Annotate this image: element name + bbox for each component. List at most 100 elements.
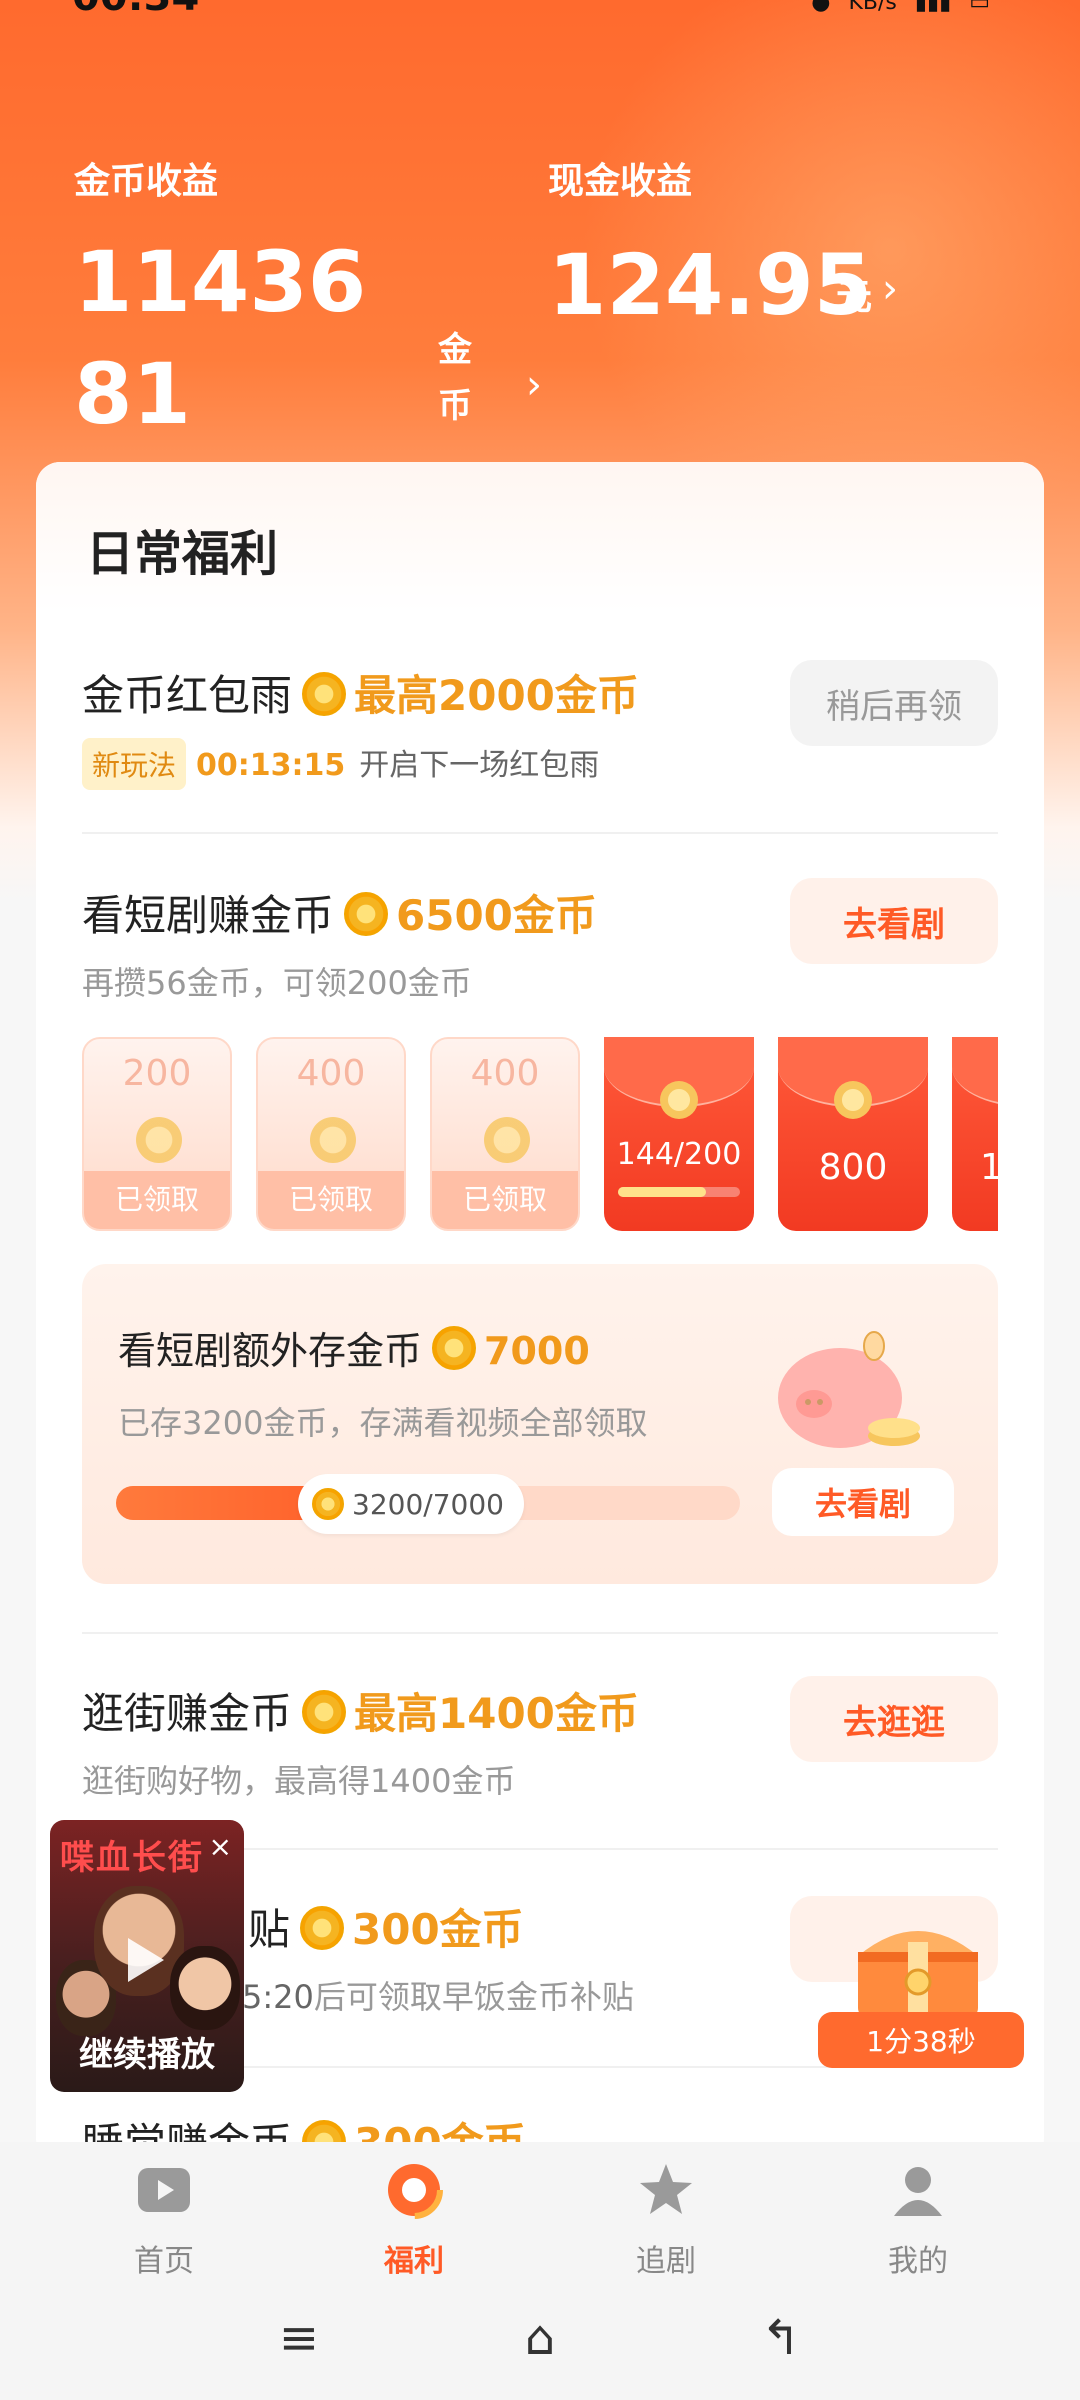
card-header: 日常福利 [36, 462, 1044, 612]
cash-earnings-unit: 元 [836, 277, 873, 318]
coin-earnings-label: 金币收益 [74, 161, 219, 202]
save-progress-text: 3200/7000 [352, 1487, 504, 1521]
envelope-amount: 800 [818, 1147, 888, 1188]
task-title-row: 金币红包雨 最高2000金币 [82, 662, 639, 723]
coin-icon [312, 1488, 344, 1520]
coin-icon [136, 1117, 182, 1163]
nav-label: 追剧 [636, 2244, 696, 2279]
bottom-navigation: 首页 福利 追剧 我的 [0, 2142, 1080, 2282]
envelope-row[interactable]: 200 已领取 400 已领取 400 已领取 144/200 800 1 [82, 1037, 998, 1237]
envelope-locked[interactable]: 1 [952, 1037, 998, 1231]
task-title: 看短剧赚金币 [82, 891, 335, 940]
extra-save-coins-box: 看短剧额外存金币 7000 已存3200金币，存满看视频全部领取 3200/700… [82, 1264, 998, 1584]
envelope-status: 已领取 [432, 1171, 578, 1229]
coin-seal-icon [660, 1081, 698, 1119]
card-title: 日常福利 [86, 526, 279, 582]
nav-label: 我的 [888, 2244, 948, 2279]
save-progress-pill: 3200/7000 [298, 1474, 524, 1534]
coin-icon [310, 1117, 356, 1163]
nav-label: 首页 [134, 2244, 194, 2279]
envelope-claimed[interactable]: 400 已领取 [430, 1037, 580, 1231]
status-time: 00:34 [72, 0, 199, 20]
treasure-chest-icon[interactable] [848, 1912, 988, 2022]
nav-home[interactable]: 首页 [84, 2160, 244, 2280]
task-subtitle: 5:20后可领取早饭金币补贴 [242, 1972, 634, 2018]
nav-follow[interactable]: 追剧 [586, 2160, 746, 2280]
claim-later-button[interactable]: 稍后再领 [790, 660, 998, 746]
coin-icon [484, 1117, 530, 1163]
save-watch-drama-button[interactable]: 去看剧 [772, 1468, 954, 1536]
envelope-in-progress[interactable]: 144/200 [604, 1037, 754, 1231]
video-title: 喋血长街 [60, 1838, 204, 1878]
coin-icon [300, 1906, 345, 1950]
task-sub-text: 开启下一场红包雨 [359, 748, 600, 783]
task-reward: 300金币 [352, 1905, 524, 1954]
cash-earnings-value[interactable]: 124.95 [548, 236, 872, 334]
coin-earnings-value[interactable]: 1143681 [74, 226, 394, 450]
envelope-progress-text: 144/200 [616, 1137, 742, 1172]
task-sub-text: 后可领取早饭金币补贴 [313, 1978, 634, 2016]
play-icon [138, 2168, 190, 2212]
envelope-progress-bar [618, 1187, 740, 1197]
signal-icon: ▮▮▮ [914, 0, 952, 15]
nav-profile[interactable]: 我的 [838, 2160, 998, 2280]
continue-play-label[interactable]: 继续播放 [50, 2027, 244, 2076]
envelope-flap [952, 1037, 998, 1107]
system-navigation-bar: ≡ ⌂ ↰ [0, 2282, 1080, 2400]
close-icon[interactable]: × [209, 1830, 232, 1863]
star-icon [640, 2164, 692, 2214]
task-reward: 最高1400金币 [354, 1689, 639, 1738]
menu-icon[interactable]: ≡ [264, 2310, 334, 2366]
envelope-amount: 200 [122, 1053, 192, 1094]
coin-seal-icon [834, 1081, 872, 1119]
envelope-progress-fill [618, 1187, 706, 1197]
alarm-icon: ● [811, 0, 831, 15]
envelope-amount: 400 [296, 1053, 366, 1094]
battery-icon: ▭ [969, 0, 990, 15]
envelope-status: 已领取 [84, 1171, 230, 1229]
task-reward: 最高2000金币 [354, 671, 639, 720]
coin-icon [344, 892, 389, 936]
back-icon[interactable]: ↰ [746, 2310, 816, 2366]
task-title: 逛街赚金币 [82, 1689, 293, 1738]
save-title: 看短剧额外存金币 [118, 1329, 423, 1373]
profile-icon [894, 2167, 942, 2216]
cash-earnings-label: 现金收益 [548, 161, 693, 202]
poster-figure [170, 1946, 240, 2030]
treasure-countdown[interactable]: 1分38秒 [818, 2012, 1024, 2068]
task-subtitle: 逛街购好物，最高得1400金币 [82, 1762, 516, 1800]
coin-chevron-right-icon[interactable]: › [526, 362, 542, 408]
envelope-claimed[interactable]: 400 已领取 [256, 1037, 406, 1231]
task-title: 贴 [248, 1905, 291, 1954]
countdown-timer: 5:20 [242, 1978, 314, 2016]
envelope-status: 已领取 [258, 1171, 404, 1229]
task-title: 金币红包雨 [82, 671, 293, 720]
home-icon[interactable]: ⌂ [505, 2310, 575, 2366]
save-reward: 7000 [484, 1329, 590, 1373]
coin-earnings-unit: 金币 [438, 330, 472, 426]
envelope-amount: 1 [980, 1147, 998, 1188]
task-title-row: 逛街赚金币 最高1400金币 [82, 1680, 639, 1741]
cash-chevron-right-icon[interactable]: › [882, 266, 898, 312]
envelope-amount: 400 [470, 1053, 540, 1094]
task-reward: 6500金币 [396, 891, 597, 940]
status-bar: 00:34 ● KB/s ▮▮▮ ▭ [0, 0, 1080, 24]
save-subtitle: 已存3200金币，存满看视频全部领取 [118, 1404, 648, 1442]
floating-video-player[interactable]: 喋血长街 × 继续播放 [50, 1820, 244, 2092]
envelope-claimed[interactable]: 200 已领取 [82, 1037, 232, 1231]
divider [82, 1632, 998, 1634]
nav-label: 福利 [384, 2244, 444, 2279]
coin-icon [432, 1326, 477, 1370]
coin-icon [302, 1690, 347, 1734]
go-shopping-button[interactable]: 去逛逛 [790, 1676, 998, 1762]
envelope-locked[interactable]: 800 [778, 1037, 928, 1231]
coin-icon [302, 672, 347, 716]
watch-drama-button[interactable]: 去看剧 [790, 878, 998, 964]
task-title-row: 贴 300金币 [248, 1896, 524, 1957]
countdown-timer: 00:13:15 [196, 748, 346, 783]
nav-welfare[interactable]: 福利 [334, 2160, 494, 2280]
new-badge: 新玩法 [82, 738, 187, 790]
status-icons: ● KB/s ▮▮▮ ▭ [811, 0, 990, 15]
play-icon[interactable] [128, 1938, 164, 1982]
task-subtitle: 新玩法 00:13:15 开启下一场红包雨 [82, 738, 599, 790]
